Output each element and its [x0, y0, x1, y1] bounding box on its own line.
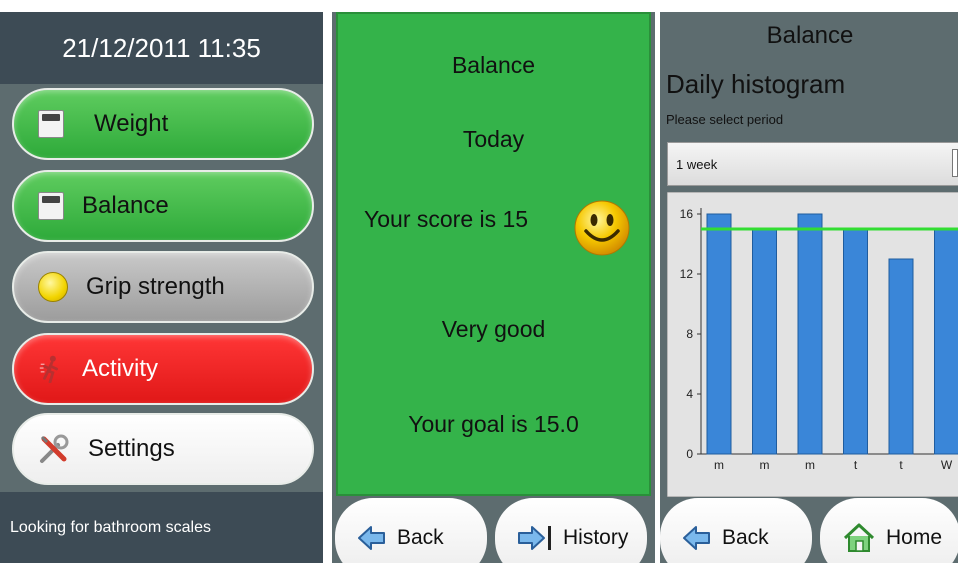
datetime-text: 21/12/2011 11:35 — [62, 32, 261, 63]
status-text: Looking for bathroom scales — [10, 519, 211, 536]
history-button[interactable]: History — [495, 498, 647, 563]
x-tick-label: W — [941, 458, 953, 472]
grip-strength-button[interactable]: Grip strength — [12, 251, 314, 323]
smiley-icon — [574, 200, 630, 256]
back-button[interactable]: Back — [335, 498, 487, 563]
grip-strength-label: Grip strength — [86, 273, 225, 300]
x-tick-label: m — [760, 458, 770, 472]
history-title: Balance — [766, 22, 854, 49]
yellow-circle-icon — [38, 272, 68, 302]
period-select[interactable]: 1 week — [667, 142, 958, 186]
settings-label: Settings — [88, 435, 175, 462]
y-tick-label: 16 — [680, 207, 694, 221]
histogram-bar — [706, 213, 732, 455]
status-bar: Looking for bathroom scales — [0, 492, 323, 563]
period-label: Today — [462, 126, 525, 152]
back-button[interactable]: Back — [660, 498, 812, 563]
x-tick-label: m — [714, 458, 724, 472]
walking-person-icon — [39, 355, 58, 383]
weight-label: Weight — [94, 110, 169, 137]
score-title: Balance — [451, 52, 536, 78]
histogram-subtitle: Daily histogram — [666, 69, 846, 99]
y-tick-label: 8 — [686, 327, 693, 341]
home-button[interactable]: Home — [820, 498, 958, 563]
home-label: Home — [886, 526, 943, 549]
period-select-value: 1 week — [676, 156, 718, 172]
histogram-bar — [797, 213, 823, 455]
goal-text: Your goal is 15.0 — [408, 411, 579, 437]
histogram-bar — [843, 228, 868, 455]
back-label: Back — [722, 526, 769, 549]
dropdown-handle-icon[interactable] — [952, 149, 958, 177]
histogram-bar — [888, 258, 914, 455]
menu-screen: 21/12/2011 11:35 Weight Balance Grip str… — [0, 12, 323, 563]
score-text: Your score is 15 — [364, 206, 529, 232]
balance-label: Balance — [82, 192, 169, 219]
arrow-left-icon — [683, 526, 710, 550]
history-screen: Balance Daily histogram Please select pe… — [660, 12, 958, 563]
tools-icon — [40, 434, 69, 463]
score-screen: Balance Today Your score is 15 Very good… — [332, 12, 655, 563]
x-tick-label: m — [805, 458, 815, 472]
activity-label: Activity — [82, 355, 159, 382]
balance-button[interactable]: Balance — [12, 170, 314, 242]
scale-icon — [38, 110, 64, 138]
weight-button[interactable]: Weight — [12, 88, 314, 160]
scale-icon — [38, 192, 64, 220]
arrow-left-icon — [358, 526, 385, 550]
period-hint: Please select period — [666, 112, 784, 127]
y-tick-label: 12 — [680, 267, 694, 281]
histogram-bar — [752, 228, 777, 455]
settings-button[interactable]: Settings — [12, 413, 314, 485]
rating-text: Very good — [441, 316, 546, 342]
arrow-right-icon — [518, 526, 551, 550]
y-tick-label: 4 — [686, 387, 693, 401]
back-label: Back — [397, 526, 444, 549]
histogram-bar — [934, 228, 958, 455]
house-icon — [843, 523, 875, 552]
activity-button[interactable]: Activity — [12, 333, 314, 405]
datetime-header: 21/12/2011 11:35 — [0, 12, 323, 84]
history-label: History — [563, 526, 629, 549]
histogram-chart: 0481216mmmttWt — [667, 192, 958, 497]
y-tick-label: 0 — [686, 447, 693, 461]
score-area: Balance Today Your score is 15 Very good… — [336, 12, 651, 496]
